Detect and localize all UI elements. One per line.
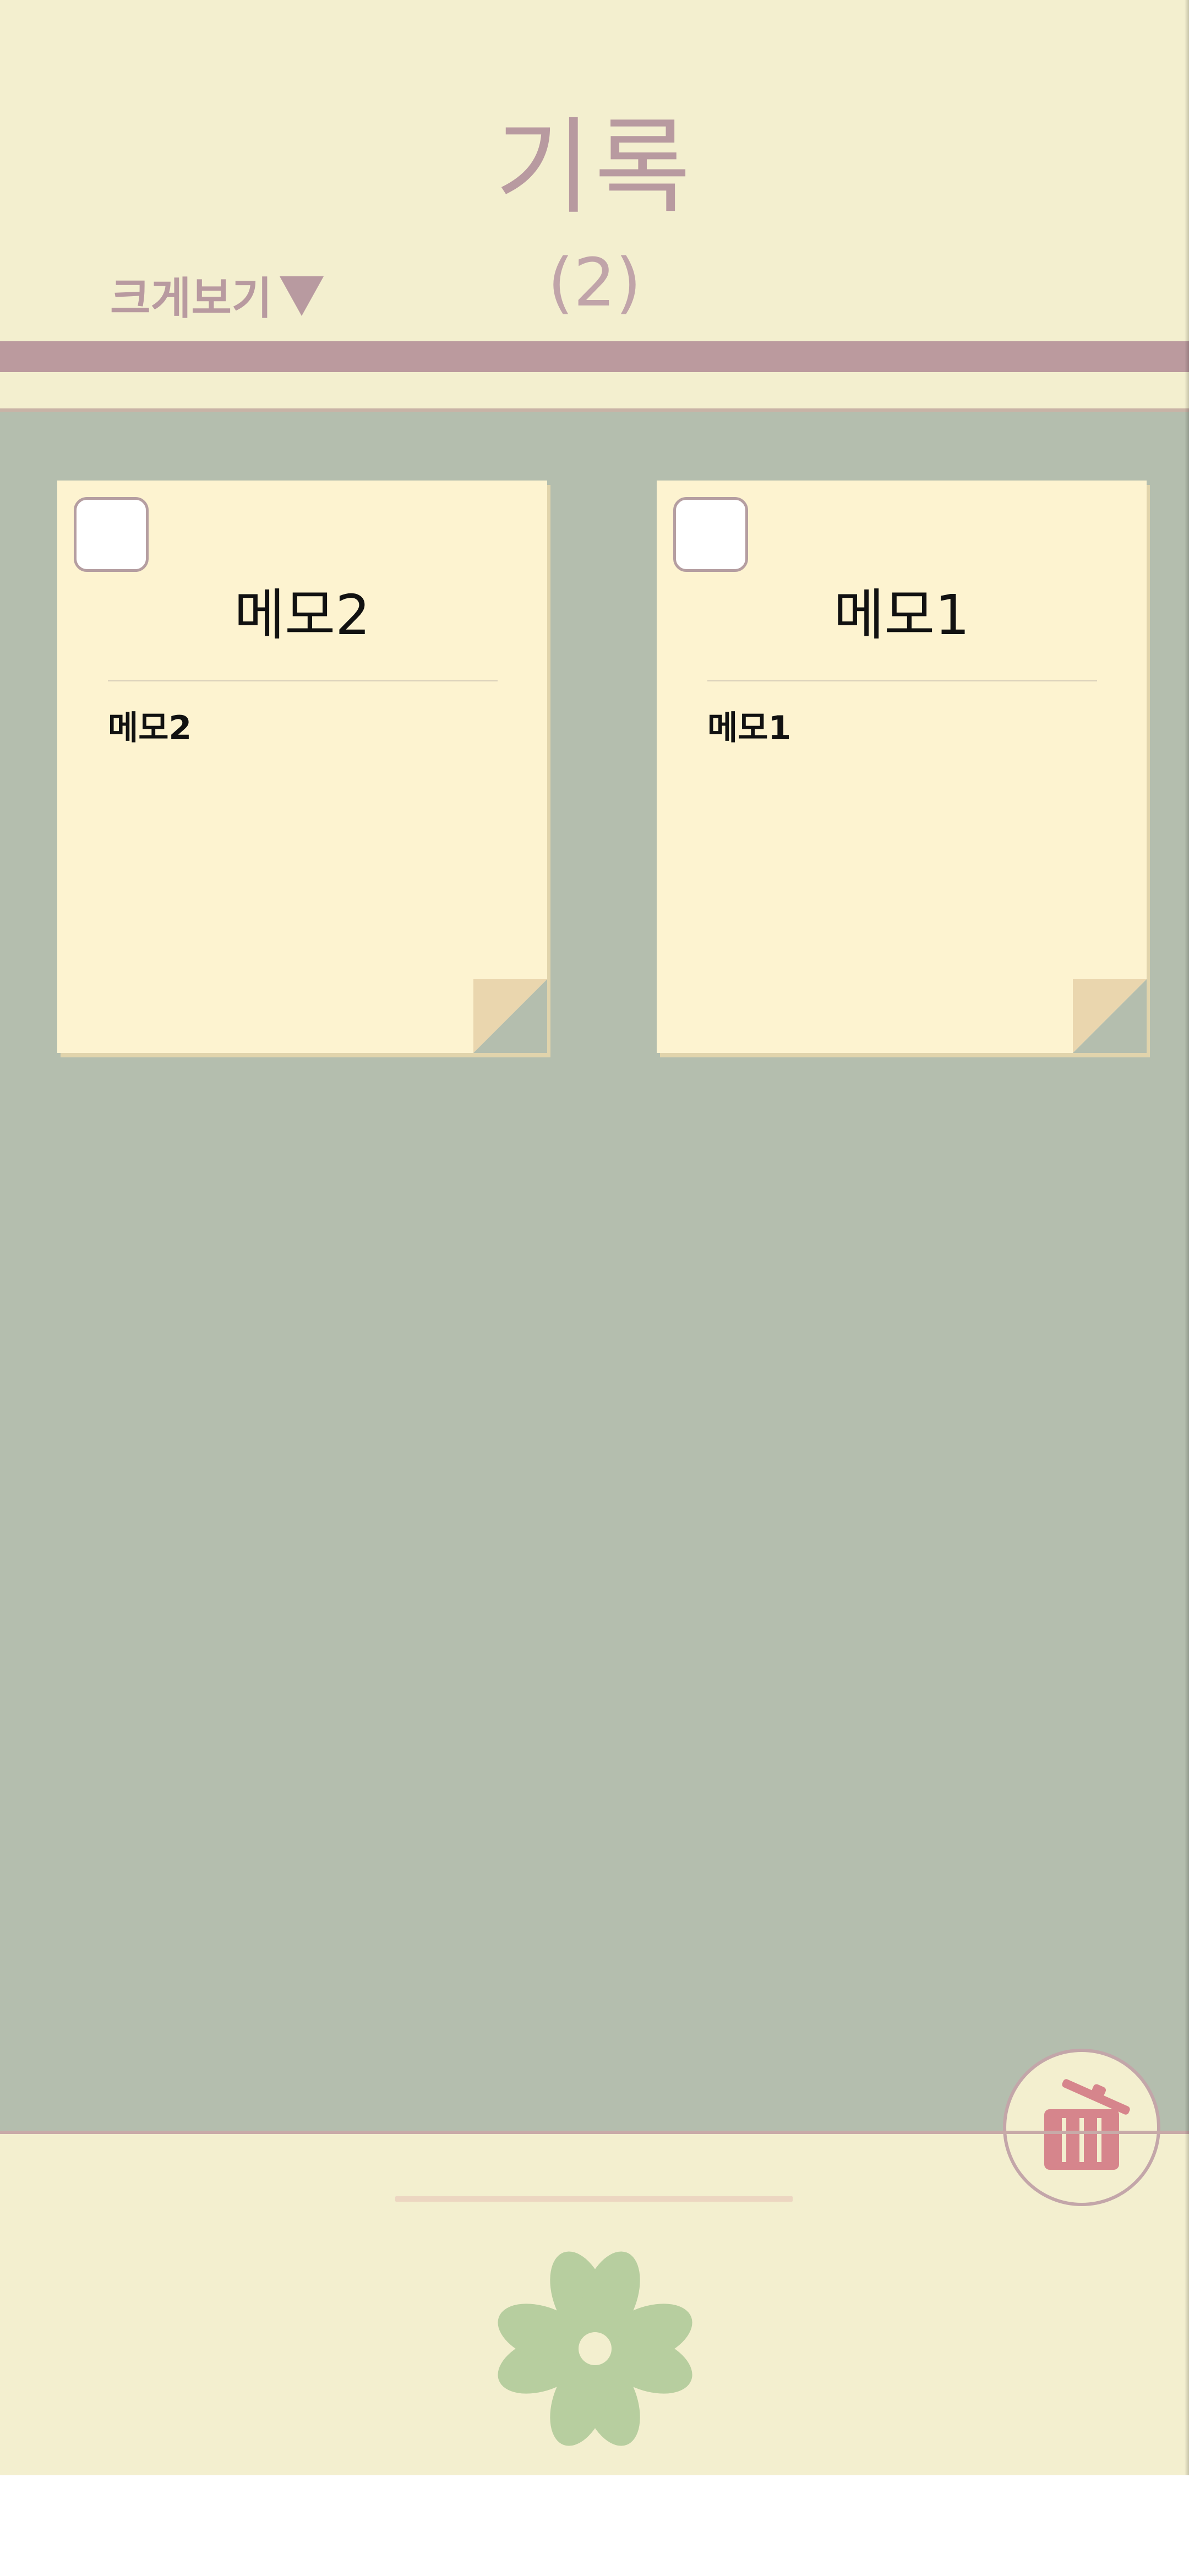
- memo-body: 메모1: [707, 709, 792, 747]
- delete-button[interactable]: [1003, 2049, 1160, 2206]
- memo-select-checkbox[interactable]: [74, 497, 149, 572]
- page-fold-icon: [1073, 979, 1147, 1053]
- content-divider: [0, 2131, 1189, 2134]
- memo-title: 메모1: [833, 583, 970, 647]
- view-size-toggle[interactable]: 크게보기: [110, 263, 324, 327]
- dropdown-triangle-icon: [280, 276, 324, 316]
- page-fold-icon: [473, 979, 547, 1053]
- footer-rule: [395, 2196, 793, 2202]
- memo-list: 메모2 메모2 메모1 메모1: [0, 412, 1189, 2206]
- header-accent-bar: [0, 341, 1189, 372]
- memo-title: 메모2: [234, 583, 370, 647]
- header: 기록 (2) 크게보기: [0, 0, 1189, 341]
- edge-shadow: [1185, 0, 1189, 2475]
- app-screen: 기록 (2) 크게보기 메모2 메모2 메모1 메모1: [0, 0, 1189, 2475]
- memo-card[interactable]: 메모1 메모1: [657, 481, 1147, 1053]
- clover-icon: [493, 2247, 697, 2451]
- memo-divider: [108, 680, 498, 681]
- memo-card[interactable]: 메모2 메모2: [57, 481, 547, 1053]
- memo-body: 메모2: [108, 709, 192, 747]
- page-title: 기록: [495, 107, 694, 228]
- memo-divider: [707, 680, 1097, 681]
- memo-select-checkbox[interactable]: [673, 497, 748, 572]
- trash-icon: [1044, 2079, 1130, 2170]
- view-size-toggle-label: 크게보기: [110, 273, 272, 324]
